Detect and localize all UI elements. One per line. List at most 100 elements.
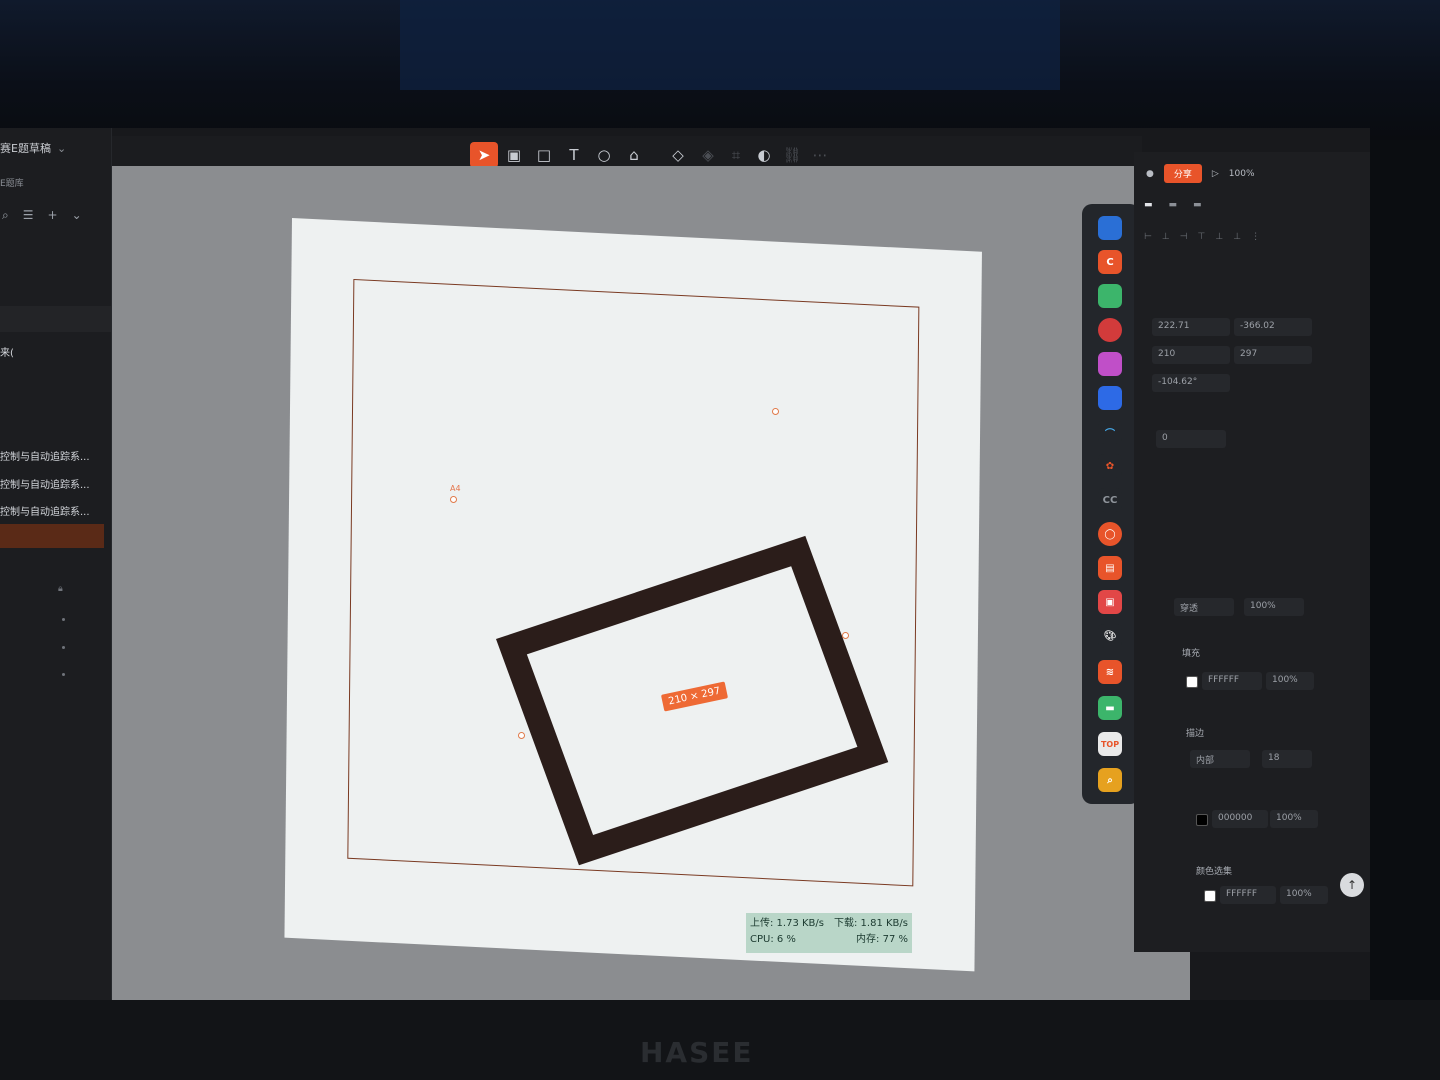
share-button[interactable]: 分享 (1163, 164, 1202, 183)
align-center-icon[interactable]: ⊥ (1162, 232, 1170, 242)
app-icon-green[interactable] (1098, 284, 1122, 308)
app-icon-frame[interactable]: ▣ (1098, 590, 1122, 614)
visibility-dot-icon[interactable] (62, 646, 65, 649)
corner-radius-field[interactable]: 0 (1156, 430, 1226, 448)
layer-item[interactable]: 控制与自动追踪系... (0, 503, 90, 518)
export-color-field[interactable]: FFFFFF (1220, 886, 1276, 904)
stroke-label: 描边 (1186, 729, 1205, 739)
export-opacity-field[interactable]: 100% (1280, 886, 1328, 904)
fill-opacity-field[interactable]: 100% (1266, 672, 1314, 690)
more-icon[interactable]: ⋯ (806, 142, 834, 168)
file-title[interactable]: 赛E题草稿 ⌄ (0, 140, 66, 156)
frame-tool-icon[interactable]: ▣ (500, 142, 528, 168)
app-icon-android[interactable]: ▬ (1098, 696, 1122, 720)
back-to-top-icon[interactable]: TOP (1098, 732, 1122, 756)
export-swatch[interactable] (1204, 890, 1216, 902)
resize-handle[interactable] (772, 408, 779, 415)
design-canvas[interactable]: A4 (112, 166, 1190, 1002)
tab-design[interactable]: ▬ (1144, 200, 1153, 210)
search-icon[interactable]: ⌕ (2, 208, 9, 223)
layer-item[interactable]: 控制与自动追踪系... (0, 476, 90, 491)
width-field[interactable]: 210 (1152, 346, 1230, 364)
align-right-icon[interactable]: ⊣ (1180, 232, 1188, 242)
text-tool-icon[interactable]: T (560, 142, 588, 168)
align-left-icon[interactable]: ⊢ (1144, 232, 1152, 242)
boolean-icon[interactable]: ◈ (694, 142, 722, 168)
chevron-down-icon[interactable]: ⌄ (57, 142, 66, 155)
mask-icon[interactable]: ◐ (750, 142, 778, 168)
panel-header: ● 分享 ▷ 100% (1146, 164, 1255, 183)
app-icon-blue[interactable] (1098, 216, 1122, 240)
app-icon-color[interactable] (1098, 352, 1122, 376)
component-icon[interactable]: ◇ (664, 142, 692, 168)
x-field[interactable]: 222.71 (1152, 318, 1230, 336)
stroke-opacity-field[interactable]: 100% (1270, 810, 1318, 828)
app-icon-layers[interactable]: ≋ (1098, 660, 1122, 684)
layers-toolbar: ⌕ ☰ + ⌄ (2, 208, 82, 223)
help-button[interactable]: ↑ (1340, 873, 1364, 897)
resize-handle[interactable] (450, 496, 457, 503)
rectangle-tool-icon[interactable]: □ (530, 142, 558, 168)
frame-name-label: A4 (450, 484, 461, 493)
fill-color-field[interactable]: FFFFFF (1202, 672, 1262, 690)
fill-swatch[interactable] (1186, 676, 1198, 688)
layers-panel: 赛E题草稿 ⌄ E题库 ⌕ ☰ + ⌄ 来( 控制与自动追踪系... 控制与自动追… (0, 128, 112, 1004)
selected-layer-highlight[interactable] (0, 524, 104, 548)
app-icon-doc[interactable]: ▤ (1098, 556, 1122, 580)
layer-mode-select[interactable]: 穿透 (1174, 598, 1234, 616)
tab-annotate[interactable]: ▬ (1193, 200, 1202, 210)
resize-handle[interactable] (842, 632, 849, 639)
app-icon-copy[interactable] (1098, 386, 1122, 410)
rotation-field[interactable]: -104.62° (1152, 374, 1230, 392)
app-dock: C ⌒ ✿ CC ◯ ▤ ▣ 🎨︎ ≋ ▬ TOP ⌕ (1082, 204, 1140, 804)
cpu-usage: CPU: 6 % (750, 934, 796, 945)
move-tool-icon[interactable]: ➤ (470, 142, 498, 168)
visibility-dot-icon[interactable] (62, 618, 65, 621)
selected-rectangle-group[interactable] (495, 535, 948, 866)
artboard[interactable] (284, 218, 982, 972)
stroke-position-select[interactable]: 内部 (1190, 750, 1250, 768)
height-field[interactable]: 297 (1234, 346, 1312, 364)
file-subtitle: E题库 (0, 179, 24, 189)
app-icon-search-doc[interactable]: ⌕ (1098, 768, 1122, 792)
collapse-icon[interactable]: ⌄ (72, 208, 82, 223)
resize-handle[interactable] (518, 732, 525, 739)
upload-speed: 上传: 1.73 KB/s (750, 918, 824, 929)
monitor-brand-logo: HASEE (640, 1036, 754, 1069)
pen-tool-icon[interactable]: ⌂ (620, 142, 648, 168)
y-field[interactable]: -366.02 (1234, 318, 1312, 336)
lock-icon[interactable]: 🔒︎ (58, 584, 63, 594)
layer-opacity-field[interactable]: 100% (1244, 598, 1304, 616)
avatar[interactable]: ● (1146, 169, 1154, 179)
network-monitor-widget[interactable]: 上传: 1.73 KB/s 下载: 1.81 KB/s CPU: 6 % 内存: 7… (746, 913, 912, 953)
stroke-swatch[interactable] (1196, 814, 1208, 826)
crop-icon[interactable]: ⌗ (722, 142, 750, 168)
panel-tabs: ▬ ▬ ▬ (1144, 200, 1202, 210)
layer-item[interactable]: 控制与自动追踪系... (0, 448, 90, 463)
stroke-width-field[interactable]: 18 (1262, 750, 1312, 768)
download-speed: 下载: 1.81 KB/s (834, 918, 908, 929)
align-top-icon[interactable]: ⊤ (1198, 232, 1206, 242)
zoom-select[interactable]: 100% (1229, 169, 1255, 179)
distribute-icon[interactable]: ⋮ (1251, 232, 1260, 242)
align-bottom-icon[interactable]: ⊥ (1233, 232, 1241, 242)
app-icon-orange[interactable]: C (1098, 250, 1122, 274)
link-icon[interactable]: ⛓︎ (778, 142, 806, 168)
layer-item[interactable]: 来( (0, 344, 14, 359)
filter-icon[interactable]: ☰ (23, 208, 34, 223)
align-middle-icon[interactable]: ⊥ (1215, 232, 1223, 242)
add-icon[interactable]: + (48, 208, 58, 223)
play-icon[interactable]: ▷ (1212, 169, 1219, 179)
app-icon-cc[interactable]: CC (1098, 488, 1122, 512)
memory-usage: 内存: 77 % (856, 934, 908, 945)
tab-prototype[interactable]: ▬ (1169, 200, 1178, 210)
ellipse-tool-icon[interactable]: ○ (590, 142, 618, 168)
visibility-dot-icon[interactable] (62, 673, 65, 676)
app-icon-arc[interactable]: ⌒ (1098, 420, 1122, 444)
app-icon-ring[interactable]: ◯ (1098, 522, 1122, 546)
app-icon-red[interactable] (1098, 318, 1122, 342)
stroke-color-field[interactable]: 000000 (1212, 810, 1268, 828)
background-wall (400, 0, 1060, 90)
palette-icon[interactable]: 🎨︎ (1098, 624, 1122, 648)
gear-icon[interactable]: ✿ (1098, 454, 1122, 478)
